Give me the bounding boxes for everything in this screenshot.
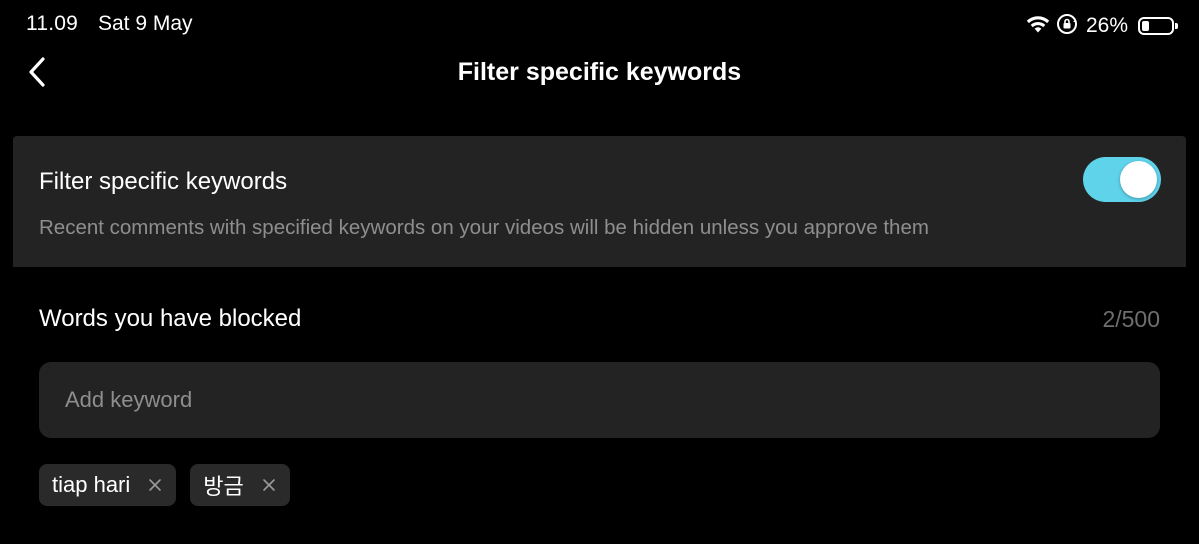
status-bar: 11.09 Sat 9 May 26% xyxy=(0,0,1199,52)
blocked-words-count: 2/500 xyxy=(1102,306,1160,332)
battery-percent: 26% xyxy=(1085,14,1128,37)
keyword-chip-label: 방금 xyxy=(203,474,244,499)
filter-keywords-setting: Filter specific keywords Recent comments… xyxy=(13,136,1186,267)
page-title: Filter specific keywords xyxy=(457,58,742,86)
blocked-words-heading: Words you have blocked xyxy=(39,305,302,332)
rotation-lock-icon xyxy=(1056,13,1078,40)
blocked-keywords-list: tiap hari 방금 xyxy=(39,464,290,506)
remove-keyword-icon[interactable] xyxy=(262,478,276,492)
keyword-chip[interactable]: tiap hari xyxy=(39,464,177,506)
keyword-chip-label: tiap hari xyxy=(52,472,131,497)
add-keyword-input[interactable] xyxy=(39,362,1160,438)
keyword-chip[interactable]: 방금 xyxy=(190,464,290,506)
wifi-icon xyxy=(1026,15,1050,38)
status-date: Sat 9 May xyxy=(98,12,193,35)
battery-icon xyxy=(1138,17,1178,35)
toggle-knob xyxy=(1120,161,1157,198)
battery-fill xyxy=(1142,21,1149,31)
setting-description: Recent comments with specified keywords … xyxy=(39,216,929,239)
status-time: 11.09 xyxy=(26,12,78,35)
battery-cap xyxy=(1175,23,1178,29)
status-indicators: 26% xyxy=(1026,12,1178,40)
setting-title: Filter specific keywords xyxy=(39,168,288,195)
remove-keyword-icon[interactable] xyxy=(148,478,162,492)
filter-keywords-toggle[interactable] xyxy=(1083,157,1161,202)
